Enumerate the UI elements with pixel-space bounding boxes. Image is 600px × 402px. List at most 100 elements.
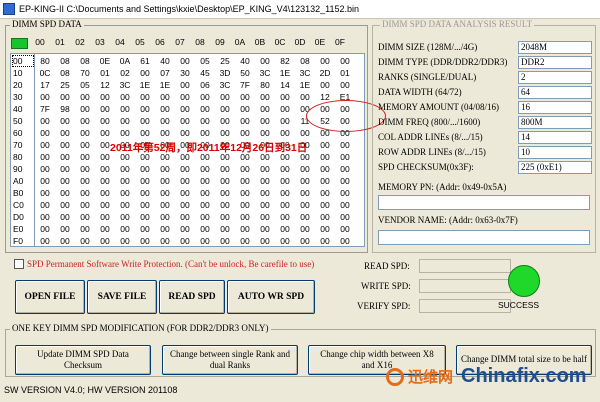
spd-cell[interactable]: 3C xyxy=(216,80,234,90)
spd-cell[interactable]: 00 xyxy=(176,212,194,222)
spd-cell[interactable]: 00 xyxy=(56,140,74,150)
spd-cell[interactable]: 00 xyxy=(216,128,234,138)
spd-cell[interactable]: 98 xyxy=(56,104,74,114)
change-rank-button[interactable]: Change between single Rank and dual Rank… xyxy=(162,345,298,375)
spd-cell[interactable]: 1E xyxy=(296,80,314,90)
analysis-value-field[interactable]: 2 xyxy=(518,71,592,84)
spd-cell[interactable]: 00 xyxy=(316,212,334,222)
spd-cell[interactable]: 00 xyxy=(76,128,94,138)
spd-cell[interactable]: 00 xyxy=(236,188,254,198)
spd-cell[interactable]: 00 xyxy=(316,140,334,150)
spd-cell[interactable]: 00 xyxy=(216,176,234,186)
spd-cell[interactable]: 00 xyxy=(56,224,74,234)
spd-cell[interactable]: 00 xyxy=(236,200,254,210)
spd-cell[interactable]: 00 xyxy=(256,164,274,174)
spd-cell[interactable]: 00 xyxy=(316,200,334,210)
spd-cell[interactable]: 3C xyxy=(116,80,134,90)
spd-cell[interactable]: 00 xyxy=(156,116,174,126)
spd-cell[interactable]: 00 xyxy=(156,236,174,246)
spd-cell[interactable]: 00 xyxy=(116,224,134,234)
row-header[interactable]: 00 xyxy=(13,56,22,66)
row-header[interactable]: D0 xyxy=(13,212,24,222)
spd-cell[interactable]: 00 xyxy=(296,200,314,210)
spd-cell[interactable]: 00 xyxy=(296,92,314,102)
spd-cell[interactable]: 00 xyxy=(116,176,134,186)
spd-cell[interactable]: 00 xyxy=(156,200,174,210)
spd-cell[interactable]: 05 xyxy=(196,56,214,66)
spd-cell[interactable]: 06 xyxy=(196,80,214,90)
vendor-name-field[interactable] xyxy=(378,230,590,245)
spd-cell[interactable]: 1E xyxy=(276,68,294,78)
open-file-button[interactable]: OPEN FILE xyxy=(15,280,85,314)
row-header[interactable]: 20 xyxy=(13,80,22,90)
spd-cell[interactable]: 00 xyxy=(76,92,94,102)
spd-cell[interactable]: 00 xyxy=(76,224,94,234)
spd-cell[interactable]: 14 xyxy=(276,80,294,90)
spd-cell[interactable]: 3C xyxy=(296,68,314,78)
row-header[interactable]: E0 xyxy=(13,224,23,234)
spd-cell[interactable]: 00 xyxy=(56,116,74,126)
spd-cell[interactable]: 00 xyxy=(276,224,294,234)
spd-cell[interactable]: 00 xyxy=(216,164,234,174)
spd-cell[interactable]: 00 xyxy=(216,200,234,210)
spd-cell[interactable]: 00 xyxy=(76,164,94,174)
spd-cell[interactable]: 00 xyxy=(116,188,134,198)
spd-cell[interactable]: 00 xyxy=(316,152,334,162)
spd-cell[interactable]: 00 xyxy=(76,152,94,162)
spd-cell[interactable]: 2D xyxy=(316,68,334,78)
spd-cell[interactable]: 00 xyxy=(316,56,334,66)
analysis-value-field[interactable]: 16 xyxy=(518,101,592,114)
spd-cell[interactable]: 00 xyxy=(196,128,214,138)
spd-cell[interactable]: 00 xyxy=(156,212,174,222)
spd-cell[interactable]: 00 xyxy=(136,68,154,78)
spd-cell[interactable]: 00 xyxy=(296,236,314,246)
row-header[interactable]: 70 xyxy=(13,140,22,150)
spd-cell[interactable]: 00 xyxy=(176,176,194,186)
spd-cell[interactable]: 00 xyxy=(236,212,254,222)
spd-cell[interactable]: 00 xyxy=(316,236,334,246)
spd-cell[interactable]: 00 xyxy=(56,128,74,138)
spd-cell[interactable]: 00 xyxy=(36,140,54,150)
spd-cell[interactable]: 00 xyxy=(96,104,114,114)
spd-cell[interactable]: 00 xyxy=(56,188,74,198)
spd-cell[interactable]: 00 xyxy=(36,152,54,162)
row-header[interactable]: 10 xyxy=(13,68,22,78)
spd-cell[interactable]: 00 xyxy=(216,116,234,126)
spd-cell[interactable]: 00 xyxy=(116,212,134,222)
spd-cell[interactable]: 00 xyxy=(56,212,74,222)
spd-cell[interactable]: 25 xyxy=(56,80,74,90)
spd-cell[interactable]: 00 xyxy=(316,224,334,234)
write-protection-checkbox[interactable] xyxy=(14,259,24,269)
spd-cell[interactable]: 00 xyxy=(336,236,354,246)
spd-cell[interactable]: 00 xyxy=(116,164,134,174)
spd-cell[interactable]: 00 xyxy=(36,224,54,234)
spd-cell[interactable]: 00 xyxy=(276,236,294,246)
spd-cell[interactable]: 00 xyxy=(196,104,214,114)
spd-cell[interactable]: 00 xyxy=(56,164,74,174)
spd-cell[interactable]: 00 xyxy=(216,104,234,114)
analysis-value-field[interactable]: 800M xyxy=(518,116,592,129)
spd-cell[interactable]: 00 xyxy=(96,176,114,186)
row-header[interactable]: 50 xyxy=(13,116,22,126)
spd-cell[interactable]: 40 xyxy=(236,56,254,66)
row-header[interactable]: 80 xyxy=(13,152,22,162)
spd-cell[interactable]: 05 xyxy=(76,80,94,90)
spd-cell[interactable]: 00 xyxy=(136,128,154,138)
spd-cell[interactable]: 00 xyxy=(196,176,214,186)
auto-wr-spd-button[interactable]: AUTO WR SPD xyxy=(227,280,315,314)
row-header[interactable]: C0 xyxy=(13,200,24,210)
spd-cell[interactable]: 00 xyxy=(56,176,74,186)
spd-cell[interactable]: 00 xyxy=(256,56,274,66)
spd-cell[interactable]: 00 xyxy=(156,128,174,138)
spd-cell[interactable]: 00 xyxy=(156,224,174,234)
spd-cell[interactable]: 00 xyxy=(156,92,174,102)
spd-cell[interactable]: 00 xyxy=(336,224,354,234)
spd-cell[interactable]: 00 xyxy=(96,116,114,126)
spd-cell[interactable]: 00 xyxy=(116,116,134,126)
analysis-value-field[interactable]: 10 xyxy=(518,146,592,159)
spd-cell[interactable]: 00 xyxy=(56,236,74,246)
spd-cell[interactable]: 07 xyxy=(156,68,174,78)
spd-cell[interactable]: 00 xyxy=(56,200,74,210)
spd-cell[interactable]: 00 xyxy=(96,236,114,246)
spd-cell[interactable]: 00 xyxy=(276,176,294,186)
